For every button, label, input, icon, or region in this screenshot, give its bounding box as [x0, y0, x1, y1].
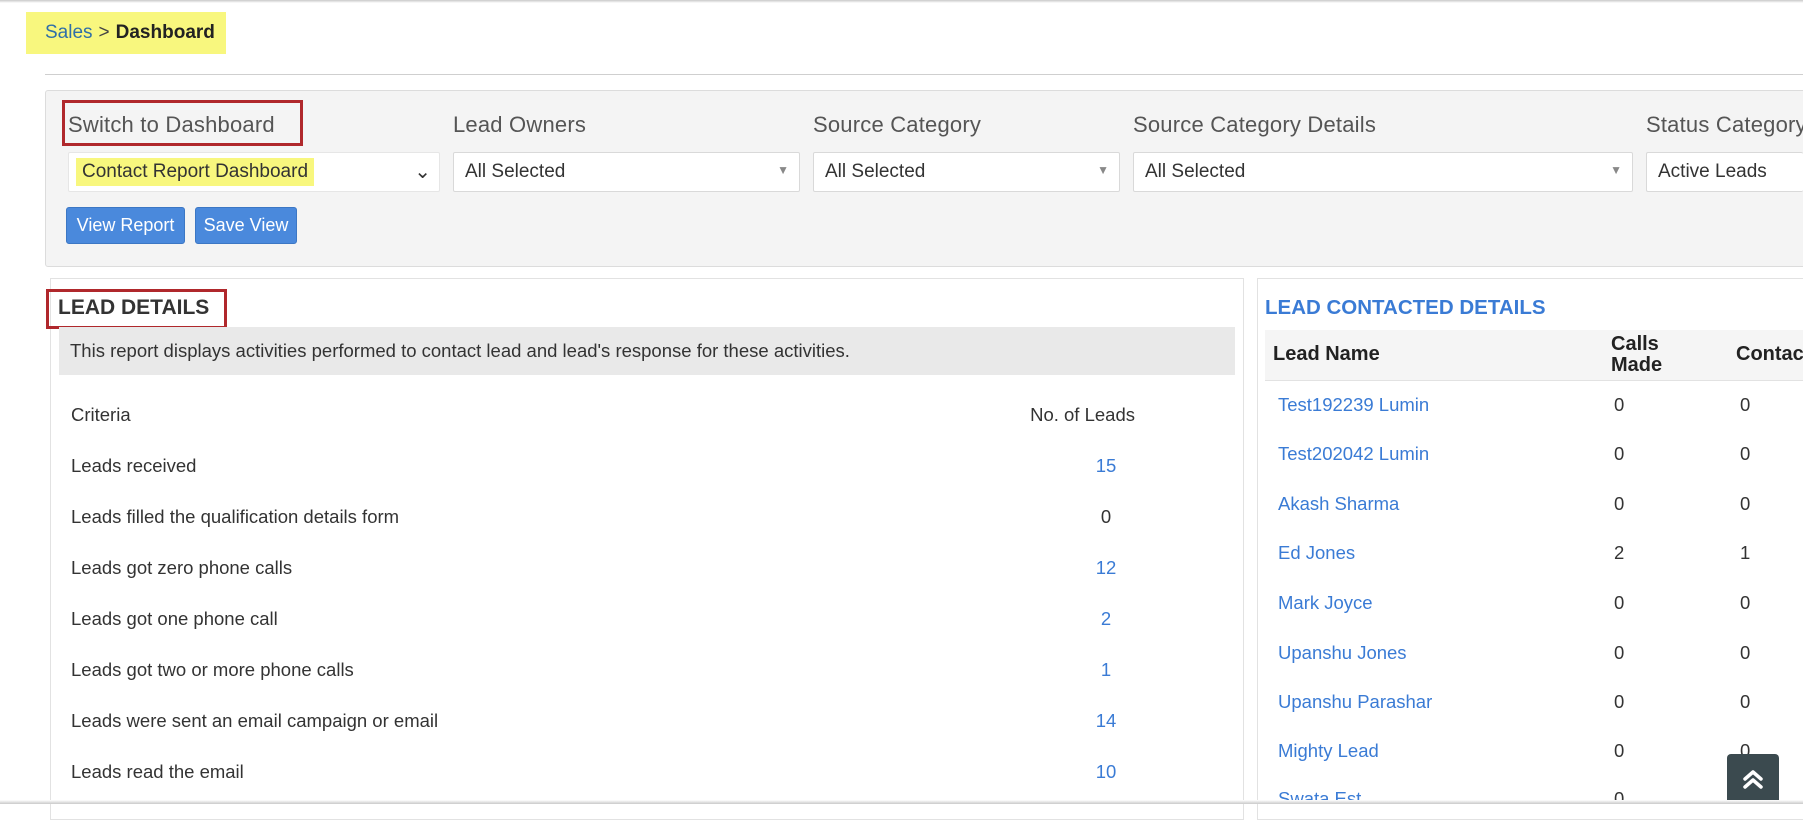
- contacted-value: 0: [1740, 394, 1751, 415]
- status-category-value: Active Leads: [1658, 161, 1767, 182]
- contacted-value: 0: [1740, 691, 1751, 712]
- contacted-value: 1: [1740, 542, 1751, 563]
- switch-dashboard-select[interactable]: Contact Report Dashboard ⌄: [68, 152, 440, 192]
- lead-owners-value: All Selected: [465, 161, 566, 182]
- divider: [45, 74, 1803, 75]
- table-row: Test192239 Lumin 0 0: [1265, 394, 1803, 434]
- lead-count-link[interactable]: 12: [1076, 557, 1136, 579]
- lead-details-description: This report displays activities performe…: [59, 327, 1235, 375]
- status-category-select[interactable]: Active Leads: [1646, 152, 1803, 192]
- criteria-row: Leads were sent an email campaign or ema…: [71, 710, 1136, 740]
- chevron-down-icon: ⌄: [414, 161, 431, 183]
- lead-count-link[interactable]: 10: [1076, 761, 1136, 783]
- criteria-label: Leads read the email: [71, 761, 244, 782]
- breadcrumb-separator: >: [98, 22, 110, 43]
- table-row: Mighty Lead 0 0: [1265, 740, 1803, 780]
- table-row: Akash Sharma 0 0: [1265, 493, 1803, 533]
- source-category-select[interactable]: All Selected ▼: [813, 152, 1120, 192]
- criteria-header: Criteria: [71, 404, 131, 425]
- lead-name-link[interactable]: Upanshu Parashar: [1278, 691, 1432, 713]
- double-chevron-up-icon: [1743, 770, 1763, 789]
- table-row: Upanshu Parashar 0 0: [1265, 691, 1803, 731]
- bottom-shadow: [0, 800, 1803, 804]
- criteria-row: Leads got two or more phone calls 1: [71, 659, 1136, 689]
- contacted-value: 0: [1740, 443, 1751, 464]
- calls-made-value: 0: [1614, 443, 1625, 464]
- lead-name-header: Lead Name: [1273, 343, 1380, 365]
- criteria-label: Leads got two or more phone calls: [71, 659, 354, 680]
- source-category-details-select[interactable]: All Selected ▼: [1133, 152, 1633, 192]
- contacted-value: 0: [1740, 493, 1751, 514]
- criteria-row: Leads got zero phone calls 12: [71, 557, 1136, 587]
- table-row: Ed Jones 2 1: [1265, 542, 1803, 582]
- lead-count-link[interactable]: 14: [1076, 710, 1136, 732]
- breadcrumb: Sales > Dashboard: [26, 12, 226, 54]
- switch-dashboard-value: Contact Report Dashboard: [76, 158, 315, 186]
- table-row: Upanshu Jones 0 0: [1265, 642, 1803, 682]
- lead-count-link[interactable]: 2: [1076, 608, 1136, 630]
- lead-contacted-table-header: Lead Name Calls Made Contac: [1265, 330, 1803, 381]
- criteria-row: Leads received 15: [71, 455, 1136, 485]
- save-view-button[interactable]: Save View: [195, 207, 297, 244]
- calls-made-value: 0: [1614, 691, 1625, 712]
- top-shadow: [0, 0, 1803, 3]
- lead-owners-label: Lead Owners: [453, 112, 587, 137]
- criteria-label: Leads got one phone call: [71, 608, 278, 629]
- source-category-label: Source Category: [813, 112, 982, 137]
- lead-name-link[interactable]: Mark Joyce: [1278, 592, 1373, 614]
- contacted-value: 0: [1740, 642, 1751, 663]
- table-row: Mark Joyce 0 0: [1265, 592, 1803, 632]
- caret-down-icon: ▼: [777, 163, 789, 177]
- lead-name-link[interactable]: Akash Sharma: [1278, 493, 1399, 515]
- contacted-header: Contac: [1736, 343, 1803, 365]
- calls-made-value: 0: [1614, 740, 1625, 761]
- caret-down-icon: ▼: [1097, 163, 1109, 177]
- lead-owners-select[interactable]: All Selected ▼: [453, 152, 800, 192]
- lead-name-link[interactable]: Upanshu Jones: [1278, 642, 1407, 664]
- criteria-label: Leads filled the qualification details f…: [71, 506, 400, 527]
- breadcrumb-current: Dashboard: [115, 22, 215, 43]
- no-of-leads-header: No. of Leads: [1030, 404, 1135, 425]
- criteria-label: Leads received: [71, 455, 197, 476]
- annotation-box-switch-dashboard: [62, 100, 303, 146]
- calls-made-header-line1: Calls: [1611, 333, 1659, 355]
- criteria-row: Leads filled the qualification details f…: [71, 506, 1136, 536]
- lead-name-link[interactable]: Test202042 Lumin: [1278, 443, 1429, 465]
- calls-made-value: 0: [1614, 592, 1625, 613]
- calls-made-value: 0: [1614, 493, 1625, 514]
- calls-made-value: 0: [1614, 642, 1625, 663]
- caret-down-icon: ▼: [1610, 163, 1622, 177]
- calls-made-header: Calls Made: [1611, 334, 1662, 376]
- lead-contacted-title: LEAD CONTACTED DETAILS: [1265, 296, 1546, 319]
- calls-made-value: 0: [1614, 394, 1625, 415]
- lead-name-link[interactable]: Test192239 Lumin: [1278, 394, 1429, 416]
- view-report-button[interactable]: View Report: [66, 207, 185, 244]
- status-category-label: Status Category: [1646, 112, 1803, 137]
- lead-count: 0: [1100, 506, 1112, 527]
- criteria-row: Leads got one phone call 2: [71, 608, 1136, 638]
- criteria-label: Leads were sent an email campaign or ema…: [71, 710, 439, 731]
- lead-name-link[interactable]: Mighty Lead: [1278, 740, 1379, 762]
- lead-count-link[interactable]: 15: [1076, 455, 1136, 477]
- calls-made-header-line2: Made: [1611, 354, 1663, 376]
- source-category-details-value: All Selected: [1145, 161, 1246, 182]
- breadcrumb-sales-link[interactable]: Sales: [45, 22, 93, 44]
- calls-made-value: 2: [1614, 542, 1625, 563]
- table-row: Test202042 Lumin 0 0: [1265, 443, 1803, 483]
- lead-name-link[interactable]: Ed Jones: [1278, 542, 1355, 564]
- source-category-details-label: Source Category Details: [1133, 112, 1377, 137]
- contacted-value: 0: [1740, 592, 1751, 613]
- scroll-to-top-button[interactable]: [1727, 754, 1779, 804]
- annotation-box-lead-details: [46, 289, 227, 329]
- criteria-row: Leads read the email 10: [71, 761, 1136, 791]
- criteria-label: Leads got zero phone calls: [71, 557, 293, 578]
- lead-count-link[interactable]: 1: [1076, 659, 1136, 681]
- source-category-value: All Selected: [825, 161, 926, 182]
